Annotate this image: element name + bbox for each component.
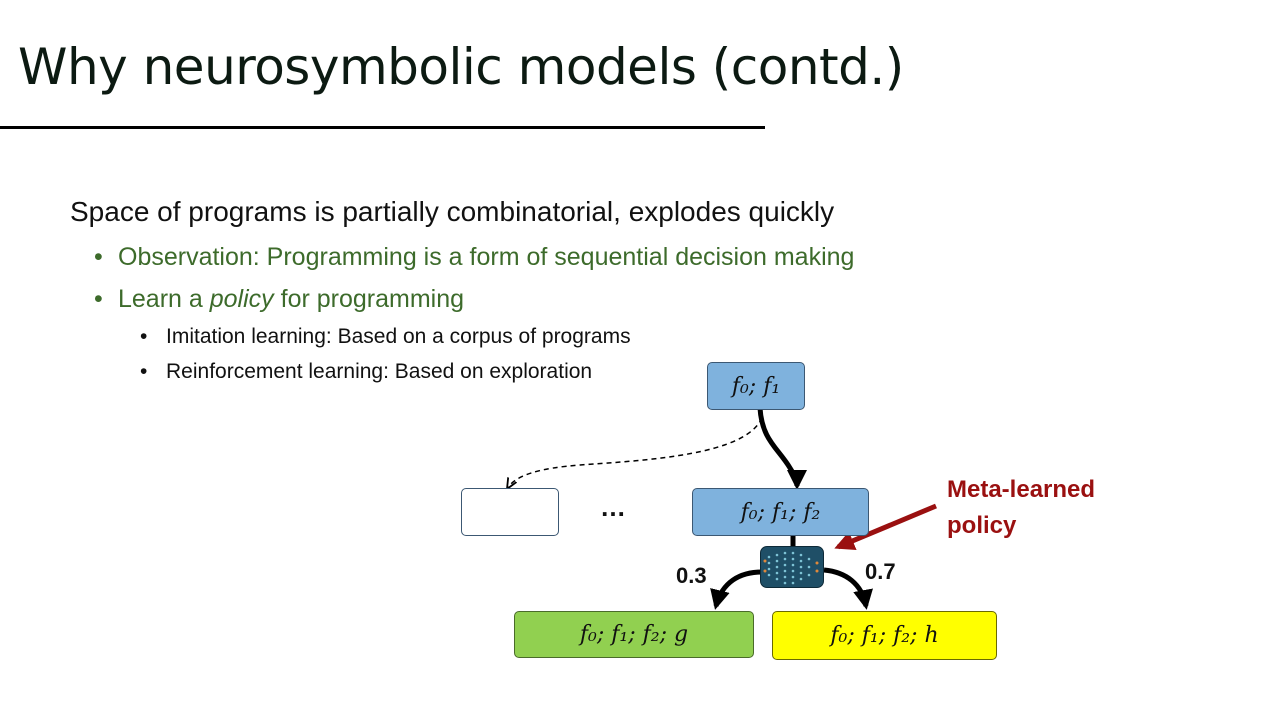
arrow-root-to-middle (757, 407, 807, 490)
arrow-network-to-left-leaf (710, 569, 763, 610)
ellipsis: … (600, 492, 628, 522)
neural-network-dots (763, 551, 819, 585)
node-empty (461, 488, 559, 536)
node-root: f₀; f₁ (707, 362, 805, 410)
probability-right: 0.7 (865, 559, 896, 584)
policy-label: Meta-learned policy (947, 472, 1095, 544)
neural-network-icon (760, 546, 824, 588)
policy-label-line-1: Meta-learned (947, 476, 1096, 503)
node-middle: f₀; f₁; f₂ (692, 488, 869, 536)
probability-left: 0.3 (676, 563, 707, 588)
arrow-network-to-right-leaf (823, 567, 873, 610)
node-left-leaf: f₀; f₁; f₂; g (514, 611, 754, 658)
dashed-arrow-root-to-empty (507, 417, 763, 489)
node-right-leaf: f₀; f₁; f₂; h (772, 611, 997, 660)
slide: Why neurosymbolic models (contd.) Space … (0, 0, 1280, 720)
policy-label-line-2: policy (947, 512, 1017, 539)
